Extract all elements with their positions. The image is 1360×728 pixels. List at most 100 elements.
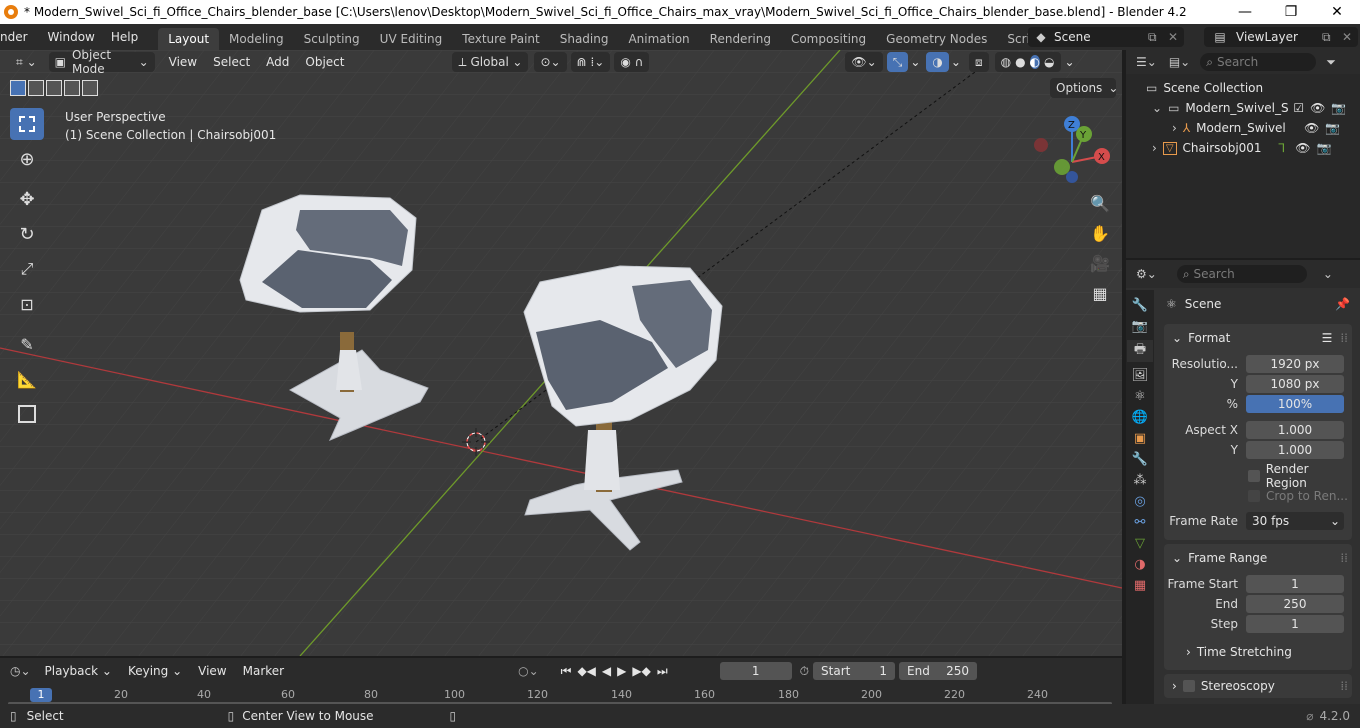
tab-compositing[interactable]: Compositing	[781, 28, 876, 50]
move-tool[interactable]: ✥	[10, 183, 44, 215]
world-tab-icon[interactable]: 🌐	[1132, 410, 1148, 425]
tab-geometry-nodes[interactable]: Geometry Nodes	[876, 28, 997, 50]
editor-type-icon[interactable]: ⌗ ⌄	[10, 52, 43, 72]
frame-ruler[interactable]: 1 20 40 60 80 100 120 140 160 180 200 22…	[0, 684, 1122, 705]
select-invert-icon[interactable]	[64, 80, 80, 96]
tab-animation[interactable]: Animation	[618, 28, 699, 50]
pivot-selector[interactable]: ⊙⌄	[534, 52, 567, 72]
frame-end-field[interactable]: 250	[1246, 595, 1344, 613]
xray-toggle[interactable]: ⧈	[968, 52, 989, 72]
chevron-down-icon[interactable]: ⌄	[1065, 55, 1075, 69]
camera-icon[interactable]: 📷	[1331, 101, 1346, 115]
select-subtract-icon[interactable]	[46, 80, 62, 96]
tree-item[interactable]: ⌄ ▭ Modern_Swivel_Sci ☑ 👁 📷	[1126, 98, 1360, 118]
drag-handle-icon[interactable]: ⁞⁞	[1340, 331, 1348, 345]
menu-add[interactable]: Add	[258, 55, 297, 69]
current-frame-field[interactable]: 1	[719, 662, 792, 680]
keyframe-record-icon[interactable]: ○⌄	[518, 664, 539, 678]
checkbox-icon[interactable]: ☑	[1293, 101, 1304, 115]
frame-marker-1[interactable]: 1	[30, 688, 52, 702]
zoom-icon[interactable]: 🔍	[1088, 194, 1112, 220]
eye-icon[interactable]: 👁	[1310, 101, 1325, 115]
tab-texture-paint[interactable]: Texture Paint	[452, 28, 549, 50]
transform-tool[interactable]: ⊡	[10, 288, 44, 320]
camera-icon[interactable]: 📷	[1325, 121, 1340, 135]
start-frame-field[interactable]: Start 1	[813, 662, 896, 680]
tree-item[interactable]: › ▽ Chairsobj001 ⅂ 👁 📷	[1126, 138, 1360, 158]
tab-shading[interactable]: Shading	[550, 28, 619, 50]
outliner-search[interactable]: ⌕ Search	[1200, 53, 1317, 71]
menu-marker[interactable]: Marker	[235, 664, 292, 678]
aspect-x-field[interactable]: 1.000	[1246, 421, 1344, 439]
orientation-selector[interactable]: ⟂ Global ⌄	[452, 52, 529, 72]
menu-keying[interactable]: Keying ⌄	[120, 664, 190, 678]
frame-step-field[interactable]: 1	[1246, 615, 1344, 633]
copy-icon[interactable]: ⧉	[1322, 30, 1342, 45]
tab-rendering[interactable]: Rendering	[700, 28, 781, 50]
next-keyframe-icon[interactable]: ▶◆	[632, 664, 650, 679]
render-region-checkbox[interactable]	[1248, 470, 1260, 482]
render-region-row[interactable]: Render Region	[1164, 462, 1352, 490]
stopwatch-icon[interactable]: ⏱	[800, 664, 809, 679]
annotate-tool[interactable]: ✎	[10, 328, 44, 360]
frame-rate-select[interactable]: 30 fps ⌄	[1246, 512, 1344, 530]
tab-layout[interactable]: Layout	[158, 28, 220, 50]
drag-handle-icon[interactable]: ⁞⁞	[1340, 551, 1348, 565]
mode-selector[interactable]: ▣ Object Mode ⌄	[48, 48, 155, 76]
measure-tool[interactable]: 📐	[10, 363, 44, 395]
scene-tab-icon[interactable]: ⚛	[1134, 389, 1146, 404]
solid-icon[interactable]: ●	[1015, 55, 1025, 69]
menu-select[interactable]: Select	[205, 55, 258, 69]
chevron-down-icon[interactable]: ⌄	[910, 55, 920, 69]
frame-range-header[interactable]: ⌄ Frame Range ⁞⁞	[1164, 546, 1352, 570]
select-extend-icon[interactable]	[28, 80, 44, 96]
particles-tab-icon[interactable]: ⁂	[1134, 473, 1147, 488]
overlay-toggle[interactable]: ◑	[926, 52, 949, 72]
aspect-y-field[interactable]: 1.000	[1246, 441, 1344, 459]
stereoscopy-header[interactable]: › Stereoscopy ⁞⁞	[1164, 674, 1352, 698]
properties-editor-icon[interactable]: ⚙⌄	[1136, 267, 1157, 281]
rendered-icon[interactable]: ◒	[1044, 55, 1054, 69]
output-tab-icon[interactable]: 🖶	[1127, 340, 1153, 362]
close-button[interactable]: ✕	[1314, 0, 1360, 24]
gizmo-toggle[interactable]: ⤡	[886, 52, 909, 72]
add-cube-tool[interactable]	[10, 398, 44, 430]
view-layer-selector[interactable]: ▤ ViewLayer ⧉ ✕	[1204, 27, 1358, 47]
time-stretching-header[interactable]: › Time Stretching	[1164, 640, 1352, 664]
material-tab-icon[interactable]: ◑	[1134, 557, 1145, 572]
camera-icon[interactable]: 🎥	[1088, 254, 1112, 280]
tree-item[interactable]: ▭ Scene Collection	[1126, 78, 1360, 98]
menu-view[interactable]: View	[161, 55, 205, 69]
chevron-down-icon[interactable]: ⌄	[1323, 267, 1333, 281]
resolution-y-field[interactable]: 1080 px	[1246, 375, 1344, 393]
physics-tab-icon[interactable]: ◎	[1134, 494, 1145, 509]
tree-item[interactable]: › ⅄ Modern_Swivel 👁 📷	[1126, 118, 1360, 138]
grid-view-icon[interactable]: ▦	[1088, 284, 1112, 310]
tab-modeling[interactable]: Modeling	[219, 28, 294, 50]
navigation-gizmo[interactable]: Z Y X	[1032, 112, 1116, 192]
drag-handle-icon[interactable]: ⁞⁞	[1340, 679, 1348, 693]
3d-viewport[interactable]: User Perspective (1) Scene Collection | …	[0, 50, 1122, 656]
list-icon[interactable]: ☰	[1322, 331, 1333, 345]
snap-toggle[interactable]: ⋒ ⁞⌄	[570, 52, 611, 72]
select-box-tool[interactable]	[10, 108, 44, 140]
timeline-editor-icon[interactable]: ◷⌄	[10, 664, 31, 678]
menu-object[interactable]: Object	[297, 55, 352, 69]
rotate-tool[interactable]: ↻	[10, 218, 44, 250]
filter-icon[interactable]: ⏷	[1326, 55, 1336, 70]
scale-tool[interactable]: ⤢	[10, 253, 44, 285]
select-new-icon[interactable]	[10, 80, 26, 96]
camera-icon[interactable]: 📷	[1316, 141, 1331, 155]
pin-icon[interactable]: 📌	[1335, 297, 1350, 311]
menu-playback[interactable]: Playback ⌄	[37, 664, 120, 678]
resolution-pct-field[interactable]: 100%	[1246, 395, 1344, 413]
properties-search[interactable]: ⌕ Search	[1176, 265, 1307, 283]
cursor-tool[interactable]: ⊕	[10, 143, 44, 175]
frame-start-field[interactable]: 1	[1246, 575, 1344, 593]
chevron-down-icon[interactable]: ⌄	[951, 55, 961, 69]
jump-end-icon[interactable]: ⏭	[657, 664, 668, 679]
tool-tab-icon[interactable]: 🔧	[1132, 298, 1148, 313]
eye-icon[interactable]: 👁	[1295, 141, 1310, 155]
material-icon[interactable]: ◐	[1029, 55, 1041, 69]
options-button[interactable]: Options ⌄	[1050, 78, 1118, 98]
